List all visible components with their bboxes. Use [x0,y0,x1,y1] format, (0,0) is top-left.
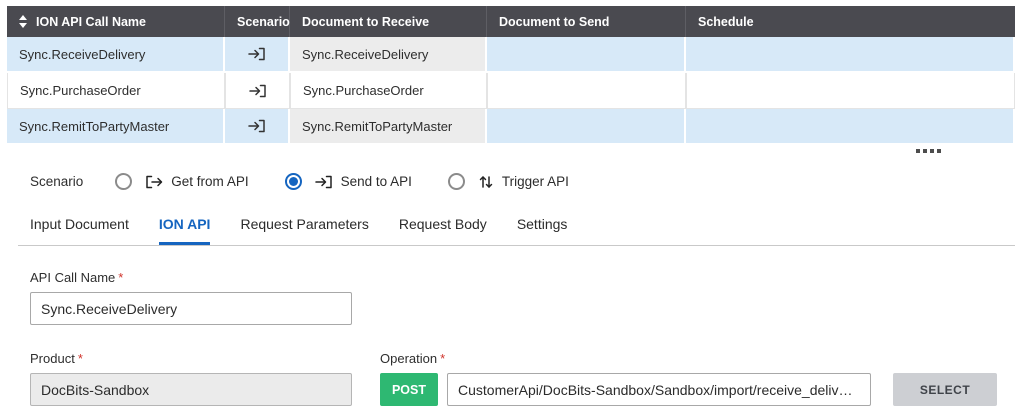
send-to-api-icon [225,118,288,134]
sort-icon[interactable] [19,15,27,28]
cell-doc-receive[interactable]: Sync.ReceiveDelivery [290,37,487,73]
tab-request-body[interactable]: Request Body [399,216,487,245]
api-call-name-label: API Call Name* [30,270,1015,285]
tab-request-parameters[interactable]: Request Parameters [240,216,368,245]
http-method-badge[interactable]: POST [380,373,438,406]
cell-schedule[interactable] [686,109,1015,145]
required-marker: * [78,351,83,366]
column-header-schedule[interactable]: Schedule [686,6,1015,37]
tab-ion-api[interactable]: ION API [159,216,211,245]
required-marker: * [440,351,445,366]
resize-handle[interactable] [0,149,1015,153]
send-to-api-icon [226,83,289,99]
column-header-scenario[interactable]: Scenario [225,6,290,37]
radio-label: Trigger API [502,174,569,189]
send-to-api-icon [225,46,288,62]
cell-schedule[interactable] [686,73,1015,109]
cell-api-call-name[interactable]: Sync.RemitToPartyMaster [7,109,225,145]
operation-label: Operation* [380,351,871,366]
radio-option-get-from-api[interactable]: Get from API [115,173,248,190]
trigger-api-icon [477,174,495,190]
cell-doc-receive[interactable]: Sync.PurchaseOrder [290,73,487,109]
operation-field-group: Operation* POST [380,351,871,406]
cell-doc-receive[interactable]: Sync.RemitToPartyMaster [290,109,487,145]
cell-doc-send[interactable] [487,37,686,73]
scenario-radio-group: Scenario Get from API Send to API Trigge… [30,173,1015,190]
table-row[interactable]: Sync.PurchaseOrder Sync.PurchaseOrder [7,73,1015,109]
get-from-api-icon [144,174,164,190]
required-marker: * [118,270,123,285]
radio-trigger-api[interactable] [448,173,465,190]
cell-scenario [225,73,290,109]
scenario-label: Scenario [30,174,83,189]
radio-option-send-to-api[interactable]: Send to API [285,173,412,190]
radio-send-to-api[interactable] [285,173,302,190]
select-button[interactable]: SELECT [893,373,997,406]
api-call-name-input[interactable] [30,292,352,325]
tab-input-document[interactable]: Input Document [30,216,129,245]
api-calls-table: ION API Call Name Scenario Document to R… [7,6,1015,145]
radio-option-trigger-api[interactable]: Trigger API [448,173,569,190]
tab-bar: Input Document ION API Request Parameter… [18,216,1015,246]
product-input[interactable] [30,373,352,406]
operation-path-input[interactable] [447,373,871,406]
column-header-label: ION API Call Name [36,15,146,29]
cell-scenario [225,37,290,73]
table-row[interactable]: Sync.ReceiveDelivery Sync.ReceiveDeliver… [7,37,1015,73]
send-to-api-icon [314,174,334,190]
tab-settings[interactable]: Settings [517,216,568,245]
product-label: Product* [30,351,352,366]
cell-doc-send[interactable] [487,109,686,145]
table-row[interactable]: Sync.RemitToPartyMaster Sync.RemitToPart… [7,109,1015,145]
product-field-group: Product* [30,351,352,406]
ion-api-form: API Call Name* Product* Operation* POST … [30,270,1015,406]
cell-api-call-name[interactable]: Sync.ReceiveDelivery [7,37,225,73]
cell-schedule[interactable] [686,37,1015,73]
cell-scenario [225,109,290,145]
column-header-api-call-name[interactable]: ION API Call Name [7,6,225,37]
radio-label: Send to API [341,174,412,189]
cell-doc-send[interactable] [487,73,686,109]
column-header-doc-send[interactable]: Document to Send [487,6,686,37]
cell-api-call-name[interactable]: Sync.PurchaseOrder [7,73,225,109]
radio-get-from-api[interactable] [115,173,132,190]
table-header-row: ION API Call Name Scenario Document to R… [7,6,1015,37]
radio-label: Get from API [171,174,248,189]
column-header-doc-receive[interactable]: Document to Receive [290,6,487,37]
